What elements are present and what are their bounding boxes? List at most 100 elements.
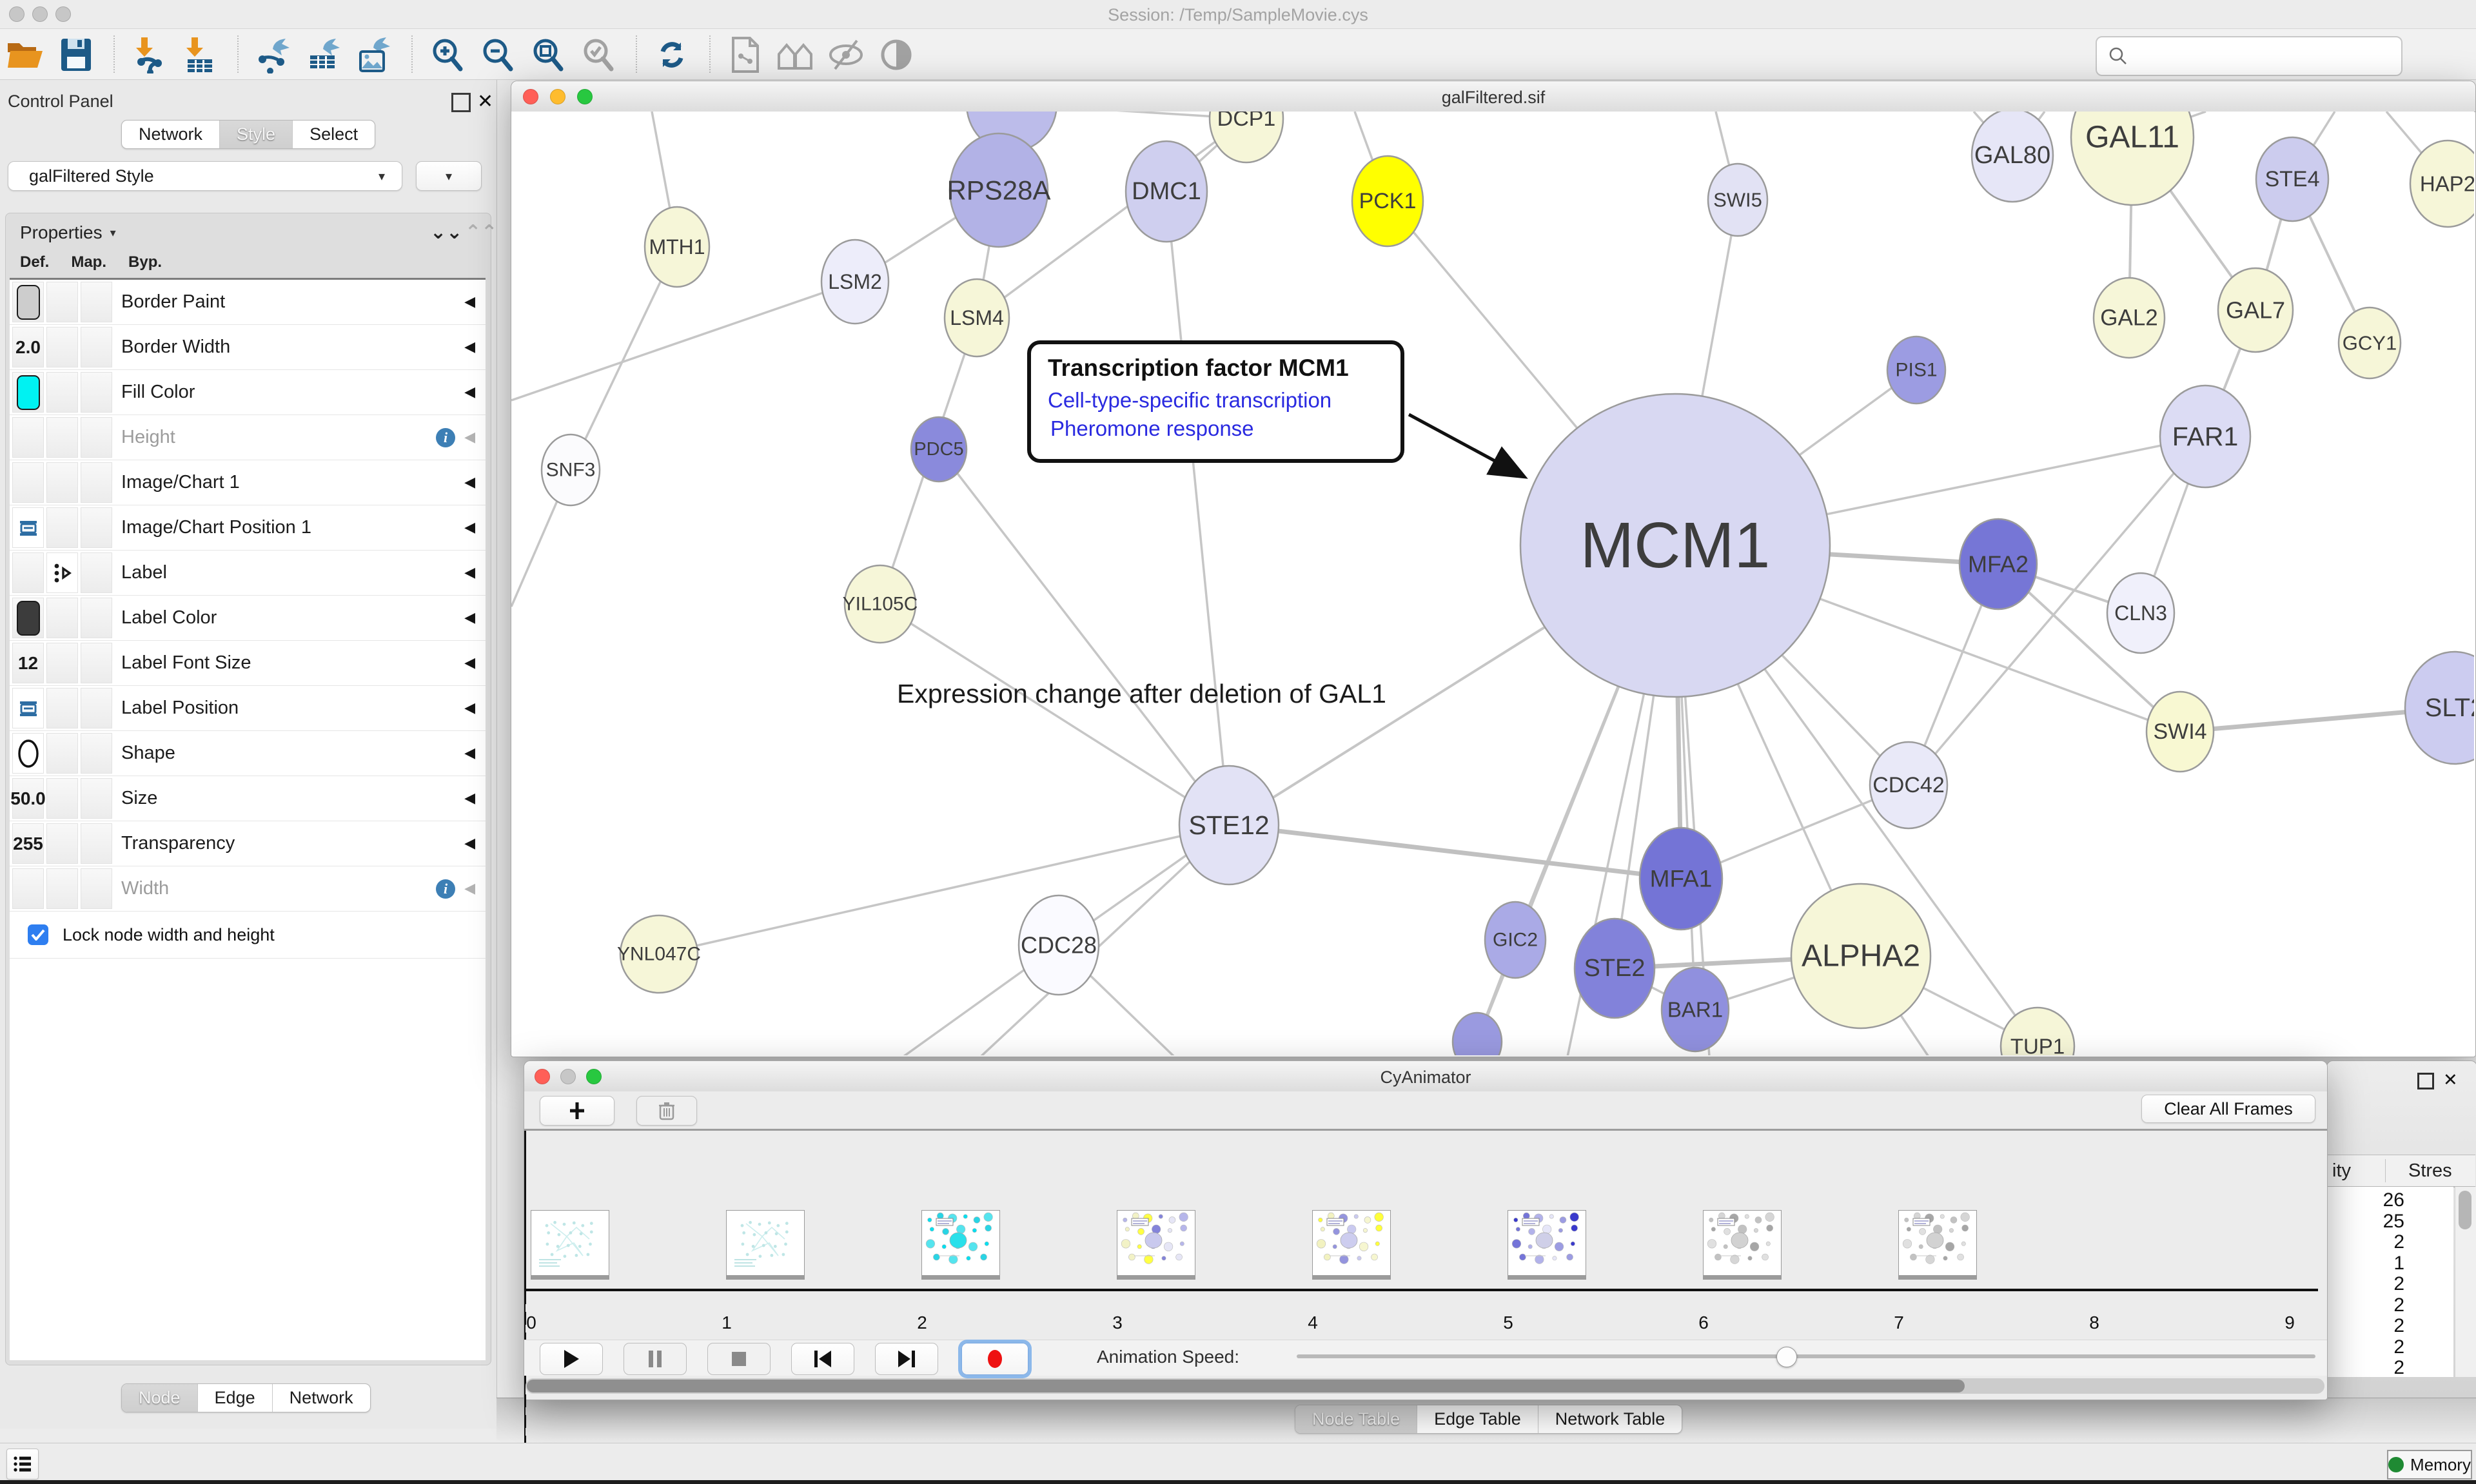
style-options-button[interactable]: ▾ [416, 161, 482, 191]
table-cell-value[interactable]: 2 [2327, 1357, 2404, 1377]
def-cell[interactable] [12, 733, 44, 774]
map-cell[interactable] [46, 688, 78, 728]
info-icon[interactable]: i [436, 879, 455, 899]
export-image-button[interactable] [353, 35, 395, 74]
frame-thumbnail-7[interactable] [1898, 1210, 1977, 1276]
prev-frame-button[interactable] [791, 1343, 854, 1375]
delete-frame-button[interactable] [636, 1096, 697, 1126]
byp-cell[interactable] [81, 507, 112, 548]
def-cell[interactable] [12, 598, 44, 638]
import-table-button[interactable] [179, 35, 221, 74]
property-row-border-paint[interactable]: Border Paint◀ [10, 280, 486, 325]
def-cell[interactable]: 50.0 [12, 778, 44, 819]
clear-all-frames-button[interactable]: Clear All Frames [2141, 1095, 2315, 1123]
property-row-label-font-size[interactable]: 12Label Font Size◀ [10, 641, 486, 686]
tab-network[interactable]: Network [122, 121, 220, 148]
byp-cell[interactable] [81, 372, 112, 413]
timeline[interactable]: 0123456789Seconds [524, 1131, 2327, 1337]
refresh-view-button[interactable] [651, 35, 693, 74]
table-cell-value[interactable]: 2 [2327, 1336, 2404, 1358]
def-cell[interactable]: 12 [12, 643, 44, 683]
expand-arrow-icon[interactable]: ◀ [464, 474, 475, 491]
byp-cell[interactable] [81, 868, 112, 909]
expand-arrow-icon[interactable]: ◀ [464, 520, 475, 536]
property-row-label[interactable]: Label◀ [10, 551, 486, 596]
property-row-fill-color[interactable]: Fill Color◀ [10, 370, 486, 415]
playhead[interactable] [524, 1131, 526, 1289]
table-cell-value[interactable]: 1 [2327, 1253, 2404, 1274]
map-cell[interactable] [46, 282, 78, 322]
expand-arrow-icon[interactable]: ◀ [464, 655, 475, 671]
export-table-button[interactable] [303, 35, 344, 74]
property-row-label-color[interactable]: Label Color◀ [10, 596, 486, 641]
def-cell[interactable]: 255 [12, 823, 44, 864]
table-cell-value[interactable]: 25 [2327, 1211, 2404, 1233]
property-row-height[interactable]: Heighti◀ [10, 415, 486, 460]
byp-cell[interactable] [81, 552, 112, 593]
def-cell[interactable] [12, 552, 44, 593]
frame-thumbnail-6[interactable] [1703, 1210, 1782, 1276]
expand-arrow-icon[interactable]: ◀ [464, 610, 475, 626]
map-cell[interactable] [46, 598, 78, 638]
zoom-in-button[interactable] [427, 35, 468, 74]
hide-button[interactable] [825, 35, 867, 74]
speed-slider[interactable] [1297, 1354, 2315, 1358]
def-cell[interactable]: 2.0 [12, 327, 44, 367]
map-cell[interactable] [46, 507, 78, 548]
byp-cell[interactable] [81, 462, 112, 503]
map-cell[interactable] [46, 643, 78, 683]
annotation-link-2[interactable]: Pheromone response [1050, 416, 1400, 441]
play-button[interactable] [540, 1343, 603, 1375]
frame-thumbnail-3[interactable] [1117, 1210, 1195, 1276]
def-cell[interactable] [12, 462, 44, 503]
frame-thumbnail-4[interactable] [1312, 1210, 1391, 1276]
byp-cell[interactable] [81, 598, 112, 638]
expand-all-icon[interactable]: ⌄⌄ [430, 221, 462, 244]
log-console-button[interactable] [6, 1449, 39, 1479]
expand-arrow-icon[interactable]: ◀ [464, 429, 475, 445]
record-button[interactable] [961, 1343, 1028, 1375]
property-row-shape[interactable]: Shape◀ [10, 731, 486, 776]
expand-arrow-icon[interactable]: ◀ [464, 745, 475, 761]
byp-cell[interactable] [81, 282, 112, 322]
stop-button[interactable] [707, 1343, 771, 1375]
search-input[interactable] [2129, 46, 2401, 67]
table-tab-node-table[interactable]: Node Table [1295, 1405, 1417, 1433]
def-cell[interactable] [12, 372, 44, 413]
map-cell[interactable] [46, 868, 78, 909]
import-network-button[interactable] [129, 35, 170, 74]
contrast-button[interactable] [876, 35, 917, 74]
search-field[interactable] [2096, 36, 2402, 76]
speed-slider-knob[interactable] [1776, 1347, 1797, 1367]
table-tab-edge-table[interactable]: Edge Table [1417, 1405, 1538, 1433]
table-column-header-1[interactable]: ity [2332, 1160, 2351, 1182]
network-canvas[interactable]: DCP1RPS28ADMC1PCK1MTH1LSM2LSM4SWI5GAL80G… [511, 112, 2474, 1055]
map-cell[interactable] [46, 778, 78, 819]
byp-cell[interactable] [81, 823, 112, 864]
byp-cell[interactable] [81, 733, 112, 774]
timeline-scrollbar[interactable] [527, 1380, 1965, 1392]
map-cell[interactable] [46, 372, 78, 413]
frame-thumbnail-0[interactable] [531, 1210, 609, 1276]
panel-tab-network[interactable]: Network [273, 1384, 370, 1412]
property-row-border-width[interactable]: 2.0Border Width◀ [10, 325, 486, 370]
panel-tab-edge[interactable]: Edge [198, 1384, 273, 1412]
table-panel-close-icon[interactable]: ✕ [2443, 1070, 2458, 1090]
property-row-image-chart-position-1[interactable]: Image/Chart Position 1◀ [10, 505, 486, 551]
property-row-width[interactable]: Widthi◀ [10, 866, 486, 912]
properties-header[interactable]: Properties [20, 222, 103, 243]
byp-cell[interactable] [81, 778, 112, 819]
overview-button[interactable] [775, 35, 816, 74]
map-cell[interactable] [46, 823, 78, 864]
control-panel-close-icon[interactable]: ✕ [477, 90, 493, 113]
def-cell[interactable] [12, 507, 44, 548]
cyanimator-titlebar[interactable]: CyAnimator [524, 1061, 2327, 1092]
property-row-transparency[interactable]: 255Transparency◀ [10, 821, 486, 866]
byp-cell[interactable] [81, 327, 112, 367]
frame-thumbnail-2[interactable] [921, 1210, 1000, 1276]
network-doc-button[interactable] [725, 35, 766, 74]
expand-arrow-icon[interactable]: ◀ [464, 339, 475, 355]
def-cell[interactable] [12, 688, 44, 728]
expand-arrow-icon[interactable]: ◀ [464, 835, 475, 852]
lock-checkbox[interactable] [28, 924, 48, 945]
